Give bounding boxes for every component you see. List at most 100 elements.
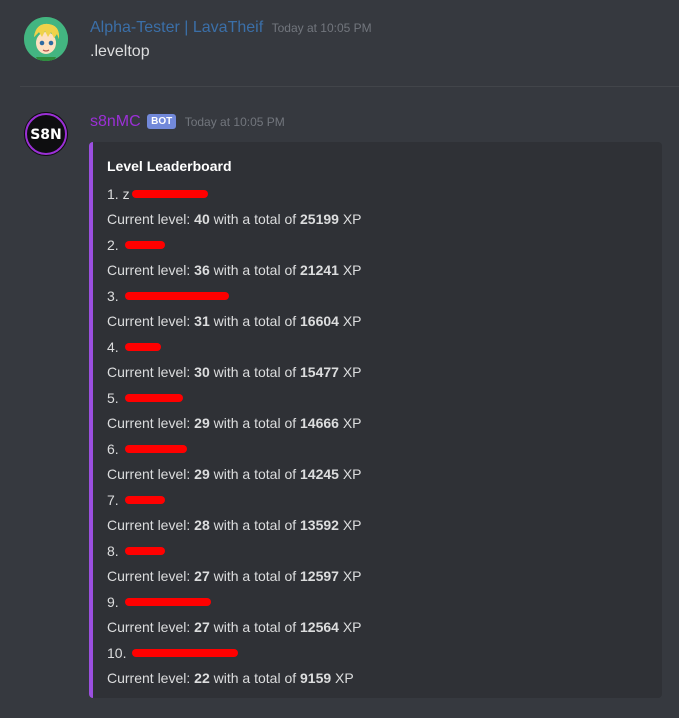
redacted-username (124, 547, 165, 555)
entry-rank: 4. (107, 339, 123, 355)
entry-stats-line: Current level: 29 with a total of 14245 … (107, 466, 362, 482)
entry-rank: 7. (107, 492, 123, 508)
message-content: .leveltop (90, 43, 150, 60)
level-value: 22 (194, 670, 210, 686)
entry-stats-line: Current level: 22 with a total of 9159 X… (107, 670, 354, 686)
total-label: with a total of (209, 466, 301, 482)
entry-rank-line: 4. (107, 339, 161, 355)
svg-text:S8N: S8N (30, 127, 62, 143)
level-value: 40 (194, 211, 210, 227)
entry-stats-line: Current level: 36 with a total of 21241 … (107, 262, 362, 278)
entry-stats-line: Current level: 27 with a total of 12597 … (107, 568, 362, 584)
level-label: Current level: (107, 670, 195, 686)
message-timestamp: Today at 10:05 PM (271, 21, 372, 35)
entry-rank-line: 8. (107, 543, 165, 559)
xp-value: 25199 (300, 211, 339, 227)
entry-stats-line: Current level: 30 with a total of 15477 … (107, 364, 362, 380)
bot-avatar[interactable]: S8N (24, 112, 68, 156)
entry-stats-line: Current level: 29 with a total of 14666 … (107, 415, 362, 431)
total-label: with a total of (209, 568, 301, 584)
entry-rank: 5. (107, 390, 123, 406)
entry-rank-line: 1. z (107, 186, 208, 202)
user-header: Alpha-Tester | LavaTheif Today at 10:05 … (90, 19, 372, 37)
entry-stats-line: Current level: 27 with a total of 12564 … (107, 619, 362, 635)
entry-stats-line: Current level: 28 with a total of 13592 … (107, 517, 362, 533)
entry-stats-line: Current level: 40 with a total of 25199 … (107, 211, 362, 227)
level-value: 29 (194, 466, 210, 482)
redacted-username (124, 445, 187, 453)
redacted-username (132, 649, 239, 657)
level-value: 31 (194, 313, 210, 329)
redacted-username (124, 598, 211, 606)
message-user: Alpha-Tester | LavaTheif Today at 10:05 … (0, 0, 679, 86)
level-value: 28 (194, 517, 210, 533)
entry-rank: 9. (107, 594, 123, 610)
redacted-username (124, 292, 229, 300)
level-label: Current level: (107, 517, 195, 533)
xp-value: 21241 (300, 262, 339, 278)
level-label: Current level: (107, 262, 195, 278)
entry-rank-line: 5. (107, 390, 183, 406)
total-label: with a total of (209, 415, 301, 431)
user-avatar[interactable] (24, 17, 68, 61)
xp-unit: XP (338, 415, 362, 431)
embed-card: Level Leaderboard 1. z Current level: 40 … (89, 142, 662, 698)
level-value: 29 (194, 415, 210, 431)
entry-stats-line: Current level: 31 with a total of 16604 … (107, 313, 362, 329)
xp-value: 12597 (300, 568, 339, 584)
total-label: with a total of (209, 313, 301, 329)
xp-unit: XP (338, 619, 362, 635)
embed-title: Level Leaderboard (107, 158, 232, 174)
entry-rank-line: 3. (107, 288, 229, 304)
entry-rank: 10. (107, 645, 131, 661)
author-name[interactable]: Alpha-Tester | LavaTheif (90, 19, 263, 36)
xp-unit: XP (338, 364, 362, 380)
entry-rank: 8. (107, 543, 123, 559)
level-label: Current level: (107, 211, 195, 227)
xp-value: 16604 (300, 313, 339, 329)
level-label: Current level: (107, 466, 195, 482)
cartoon-avatar-icon (24, 17, 68, 61)
message-timestamp: Today at 10:05 PM (184, 115, 285, 129)
total-label: with a total of (209, 262, 301, 278)
author-name[interactable]: s8nMC (90, 113, 141, 130)
xp-unit: XP (338, 517, 362, 533)
level-label: Current level: (107, 313, 195, 329)
xp-unit: XP (338, 466, 362, 482)
xp-value: 13592 (300, 517, 339, 533)
level-label: Current level: (107, 568, 195, 584)
redacted-username (131, 190, 208, 198)
total-label: with a total of (209, 670, 301, 686)
level-value: 36 (194, 262, 210, 278)
xp-unit: XP (338, 568, 362, 584)
level-value: 30 (194, 364, 210, 380)
xp-unit: XP (331, 670, 354, 686)
entry-rank: 6. (107, 441, 123, 457)
xp-unit: XP (338, 313, 362, 329)
xp-value: 14666 (300, 415, 339, 431)
entry-rank: 1. z (107, 186, 130, 202)
redacted-username (124, 496, 165, 504)
redacted-username (124, 241, 165, 249)
level-value: 27 (194, 568, 210, 584)
total-label: with a total of (209, 517, 301, 533)
level-label: Current level: (107, 415, 195, 431)
bot-header: s8nMC BOT Today at 10:05 PM (90, 113, 285, 131)
total-label: with a total of (209, 211, 301, 227)
message-divider (20, 86, 679, 87)
total-label: with a total of (209, 619, 301, 635)
xp-unit: XP (338, 211, 362, 227)
level-label: Current level: (107, 364, 195, 380)
bot-badge: BOT (147, 114, 177, 129)
xp-value: 12564 (300, 619, 339, 635)
xp-unit: XP (338, 262, 362, 278)
entry-rank: 3. (107, 288, 123, 304)
redacted-username (124, 394, 183, 402)
redacted-username (124, 343, 161, 351)
entry-rank: 2. (107, 237, 123, 253)
s8n-logo-icon: S8N (24, 112, 68, 156)
entry-rank-line: 2. (107, 237, 165, 253)
xp-value: 9159 (300, 670, 332, 686)
entry-rank-line: 6. (107, 441, 187, 457)
entry-rank-line: 10. (107, 645, 239, 661)
